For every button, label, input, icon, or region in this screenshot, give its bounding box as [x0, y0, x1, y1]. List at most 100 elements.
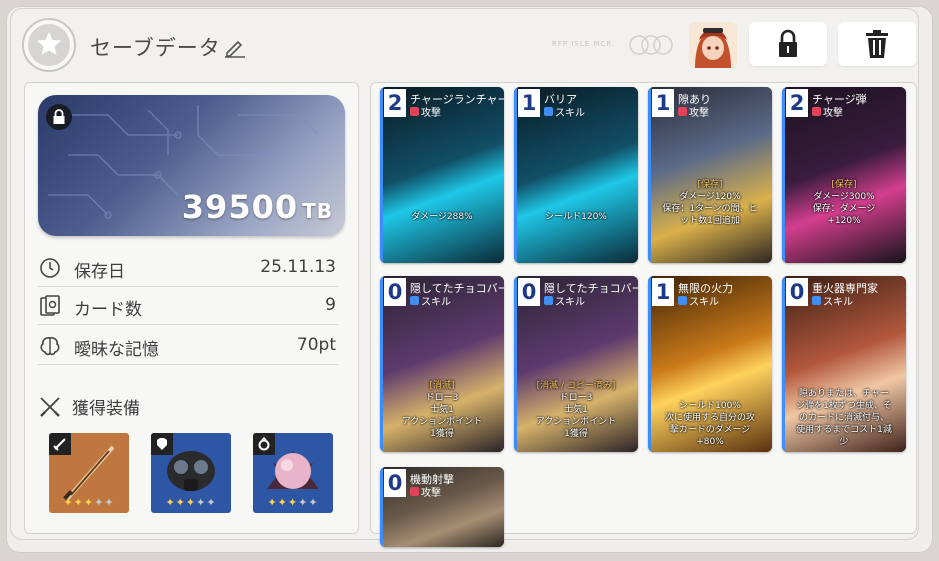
card-type-icon: [410, 487, 419, 496]
card-type: 攻撃: [410, 104, 441, 119]
crossed-swords-icon: [40, 397, 60, 417]
equipment-item-orb[interactable]: ✦✦✦✦✦: [253, 433, 333, 513]
card-description-line: ダメージ288%: [411, 212, 473, 222]
card-item[interactable]: 0 隠してたチョコバー スキル [消滅] ドロー3 士気1 アクションポイント 1獲得: [380, 276, 504, 452]
card-description-line: ドロー3: [559, 393, 593, 403]
card-edge: [782, 87, 785, 263]
card-item[interactable]: 1 バリア スキル シールド120%: [514, 87, 638, 263]
card-type: 攻撃: [678, 104, 709, 119]
card-edge: [380, 87, 383, 263]
stat-value: 25.11.13: [260, 257, 336, 277]
card-description-line: アクションポイント: [535, 417, 617, 427]
card-type-icon: [410, 107, 419, 116]
currency-card: 39500 TB: [38, 95, 345, 236]
card-item[interactable]: 0 重火器専門家 スキル 隙ありまたは、チャー ジ弾を1枚ずつ生成、そ のカードに消滅付与…: [782, 276, 906, 452]
card-item[interactable]: 1 隙あり 攻撃 [保存] ダメージ120% 保存：1ターンの間、ヒ ット数1回追加: [648, 87, 772, 263]
currency-value: 39500: [181, 188, 299, 226]
card-description-line: ダメージ120%: [679, 192, 741, 202]
decorative-text: RFP ISLE MCR.: [552, 40, 616, 48]
card-cost: 1: [518, 89, 540, 117]
stat-value: 70pt: [296, 335, 336, 355]
card-description-line: 保存：ダメージ: [812, 204, 876, 214]
card-description-line: ジ弾を1枚ずつ生成、そ: [796, 401, 892, 411]
card-description: [消滅 / コピー済み] ドロー3 士気1 アクションポイント 1獲得: [520, 380, 632, 440]
card-type-label: 攻撃: [421, 488, 441, 499]
stat-row-card-count: カード数 9: [38, 286, 338, 325]
card-type: スキル: [544, 104, 585, 119]
card-type-icon: [544, 296, 553, 305]
card-edge: [782, 276, 785, 452]
card-item[interactable]: 0 隠してたチョコバー スキル [消滅 / コピー済み] ドロー3 士気1 アクションポイン…: [514, 276, 638, 452]
stat-label: 保存日: [74, 262, 125, 282]
card-description-line: [消滅]: [429, 381, 455, 391]
card-item[interactable]: 1 無限の火力 スキル シールド100% 次に使用する自分の攻 撃カードのダメージ +80%: [648, 276, 772, 452]
card-item[interactable]: 2 チャージ弾 攻撃 [保存] ダメージ300% 保存：ダメージ +120%: [782, 87, 906, 263]
card-description-line: +80%: [696, 437, 724, 447]
card-description: ダメージ288%: [386, 211, 498, 223]
card-description-line: 使用するまでコスト1減: [796, 425, 892, 435]
card-item[interactable]: 0 機動射撃 攻撃: [380, 467, 504, 547]
card-type: スキル: [812, 293, 853, 308]
card-edge: [380, 467, 383, 547]
card-type-label: スキル: [421, 297, 451, 308]
trash-icon: [866, 30, 888, 58]
card-item[interactable]: 2 チャージランチャー 攻撃 ダメージ288%: [380, 87, 504, 263]
card-cost: 0: [786, 278, 808, 306]
card-description-line: ダメージ300%: [813, 192, 875, 202]
card-edge: [648, 276, 651, 452]
card-description-line: 1獲得: [564, 429, 588, 439]
card-description-line: 少: [839, 437, 849, 447]
star-emblem-icon: [28, 24, 70, 66]
card-cost: 1: [652, 89, 674, 117]
card-type-icon: [678, 296, 687, 305]
card-description-line: シールド100%: [679, 401, 741, 411]
card-type-label: スキル: [555, 297, 585, 308]
rings-icon: [627, 33, 677, 61]
card-description-line: [保存]: [697, 180, 723, 190]
card-type: 攻撃: [812, 104, 843, 119]
lock-icon: [46, 104, 72, 130]
card-edge: [380, 276, 383, 452]
card-edge: [648, 87, 651, 263]
card-cost: 0: [384, 469, 406, 497]
stat-row-memory: 曖昧な記憶 70pt: [38, 326, 338, 365]
card-description-line: +120%: [827, 216, 861, 226]
card-description: [保存] ダメージ300% 保存：ダメージ +120%: [788, 179, 900, 227]
card-type-icon: [544, 107, 553, 116]
lock-button[interactable]: [749, 22, 827, 66]
clock-icon: [40, 258, 60, 278]
equipment-item-sword[interactable]: ✦✦✦✦✦: [49, 433, 129, 513]
delete-button[interactable]: [838, 22, 916, 66]
card-description: [保存] ダメージ120% 保存：1ターンの間、ヒ ット数1回追加: [654, 179, 766, 227]
card-type: スキル: [678, 293, 719, 308]
card-cost: 0: [518, 278, 540, 306]
sword-icon: [49, 433, 71, 455]
card-description-line: アクションポイント: [401, 417, 483, 427]
card-description-line: 士気1: [564, 405, 588, 415]
stat-label: 曖昧な記憶: [74, 340, 159, 360]
rarity-stars: ✦✦✦✦✦: [267, 496, 319, 509]
card-type-icon: [678, 107, 687, 116]
card-cost: 0: [384, 278, 406, 306]
card-description: シールド100% 次に使用する自分の攻 撃カードのダメージ +80%: [654, 400, 766, 448]
card-description-line: 保存：1ターンの間、ヒ: [662, 204, 758, 214]
card-description-line: 士気1: [430, 405, 454, 415]
character-avatar[interactable]: [689, 22, 737, 68]
card-deck-icon: [40, 295, 60, 316]
equipment-title: 獲得装備: [72, 399, 140, 419]
card-description-line: 撃カードのダメージ: [669, 425, 751, 435]
card-description-line: 1獲得: [430, 429, 454, 439]
brain-icon: [40, 337, 60, 356]
card-description-line: 次に使用する自分の攻: [664, 413, 755, 423]
equipment-item-gas-mask[interactable]: ✦✦✦✦✦: [151, 433, 231, 513]
card-cost: 1: [652, 278, 674, 306]
card-description: [消滅] ドロー3 士気1 アクションポイント 1獲得: [386, 380, 498, 440]
card-description-line: 隙ありまたは、チャー: [799, 389, 889, 399]
armor-icon: [151, 433, 173, 455]
card-description: シールド120%: [520, 211, 632, 223]
pencil-icon[interactable]: [224, 38, 246, 62]
stat-value: 9: [325, 295, 336, 315]
card-cost: 2: [384, 89, 406, 117]
card-type-label: 攻撃: [689, 108, 709, 119]
card-edge: [514, 276, 517, 452]
